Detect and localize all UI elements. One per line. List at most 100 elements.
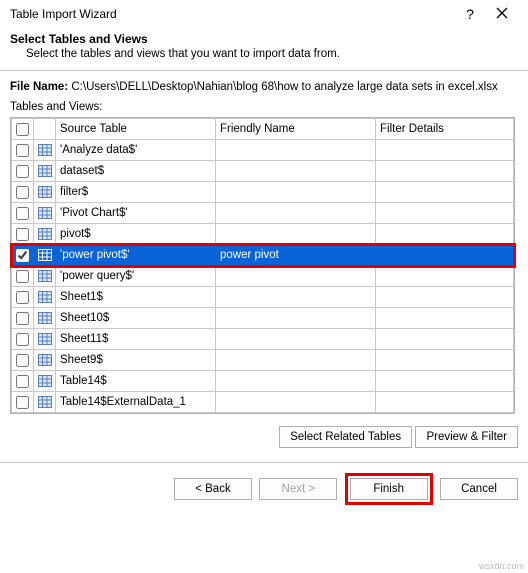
- header-checkbox-cell[interactable]: [12, 119, 34, 140]
- table-row[interactable]: filter$: [12, 182, 514, 203]
- row-source[interactable]: 'Pivot Chart$': [56, 203, 216, 224]
- row-source[interactable]: 'power query$': [56, 266, 216, 287]
- row-checkbox-cell[interactable]: [12, 161, 34, 182]
- row-checkbox-cell[interactable]: [12, 224, 34, 245]
- row-checkbox[interactable]: [16, 228, 29, 241]
- row-filter[interactable]: [376, 203, 514, 224]
- close-button[interactable]: [486, 6, 518, 22]
- table-icon: [38, 333, 52, 345]
- row-checkbox-cell[interactable]: [12, 287, 34, 308]
- row-checkbox[interactable]: [16, 396, 29, 409]
- table-row[interactable]: Sheet1$: [12, 287, 514, 308]
- row-filter[interactable]: [376, 140, 514, 161]
- row-checkbox[interactable]: [16, 249, 29, 262]
- row-icon-cell: [34, 182, 56, 203]
- row-source[interactable]: 'power pivot$': [56, 245, 216, 266]
- row-source[interactable]: pivot$: [56, 224, 216, 245]
- table-icon: [38, 375, 52, 387]
- row-filter[interactable]: [376, 329, 514, 350]
- row-checkbox-cell[interactable]: [12, 140, 34, 161]
- row-friendly[interactable]: power pivot: [216, 245, 376, 266]
- row-friendly[interactable]: [216, 224, 376, 245]
- row-filter[interactable]: [376, 350, 514, 371]
- row-checkbox[interactable]: [16, 144, 29, 157]
- header-filter[interactable]: Filter Details: [376, 119, 514, 140]
- preview-filter-button[interactable]: Preview & Filter: [415, 426, 518, 448]
- row-friendly[interactable]: [216, 161, 376, 182]
- row-filter[interactable]: [376, 287, 514, 308]
- row-source[interactable]: Table14$: [56, 371, 216, 392]
- row-icon-cell: [34, 308, 56, 329]
- table-row[interactable]: 'Analyze data$': [12, 140, 514, 161]
- back-button[interactable]: < Back: [174, 478, 252, 500]
- row-friendly[interactable]: [216, 350, 376, 371]
- table-row[interactable]: 'power pivot$'power pivot: [12, 245, 514, 266]
- row-checkbox[interactable]: [16, 207, 29, 220]
- table-row[interactable]: Sheet11$: [12, 329, 514, 350]
- row-checkbox[interactable]: [16, 312, 29, 325]
- row-checkbox[interactable]: [16, 375, 29, 388]
- row-checkbox[interactable]: [16, 291, 29, 304]
- row-friendly[interactable]: [216, 266, 376, 287]
- row-checkbox-cell[interactable]: [12, 350, 34, 371]
- row-filter[interactable]: [376, 308, 514, 329]
- tables-grid[interactable]: Source Table Friendly Name Filter Detail…: [10, 117, 515, 414]
- select-related-button[interactable]: Select Related Tables: [279, 426, 412, 448]
- row-checkbox-cell[interactable]: [12, 266, 34, 287]
- row-source[interactable]: Sheet1$: [56, 287, 216, 308]
- row-checkbox[interactable]: [16, 165, 29, 178]
- row-source[interactable]: Sheet11$: [56, 329, 216, 350]
- row-friendly[interactable]: [216, 287, 376, 308]
- row-checkbox[interactable]: [16, 333, 29, 346]
- row-source[interactable]: dataset$: [56, 161, 216, 182]
- row-filter[interactable]: [376, 224, 514, 245]
- header-source[interactable]: Source Table: [56, 119, 216, 140]
- titlebar: Table Import Wizard ?: [0, 0, 528, 26]
- table-row[interactable]: pivot$: [12, 224, 514, 245]
- row-icon-cell: [34, 266, 56, 287]
- page-subheading: Select the tables and views that you wan…: [10, 46, 518, 60]
- row-checkbox-cell[interactable]: [12, 245, 34, 266]
- row-checkbox-cell[interactable]: [12, 329, 34, 350]
- row-checkbox-cell[interactable]: [12, 371, 34, 392]
- row-friendly[interactable]: [216, 329, 376, 350]
- row-filter[interactable]: [376, 245, 514, 266]
- row-filter[interactable]: [376, 392, 514, 413]
- row-friendly[interactable]: [216, 203, 376, 224]
- row-filter[interactable]: [376, 371, 514, 392]
- row-filter[interactable]: [376, 161, 514, 182]
- cancel-button[interactable]: Cancel: [440, 478, 518, 500]
- row-icon-cell: [34, 392, 56, 413]
- row-source[interactable]: 'Analyze data$': [56, 140, 216, 161]
- row-checkbox-cell[interactable]: [12, 182, 34, 203]
- table-row[interactable]: Sheet9$: [12, 350, 514, 371]
- row-checkbox[interactable]: [16, 354, 29, 367]
- row-friendly[interactable]: [216, 182, 376, 203]
- row-source[interactable]: Table14$ExternalData_1: [56, 392, 216, 413]
- row-friendly[interactable]: [216, 392, 376, 413]
- header-friendly[interactable]: Friendly Name: [216, 119, 376, 140]
- table-row[interactable]: dataset$: [12, 161, 514, 182]
- row-friendly[interactable]: [216, 308, 376, 329]
- finish-button[interactable]: Finish: [350, 478, 428, 500]
- table-row[interactable]: 'power query$': [12, 266, 514, 287]
- row-friendly[interactable]: [216, 371, 376, 392]
- row-source[interactable]: filter$: [56, 182, 216, 203]
- row-checkbox-cell[interactable]: [12, 392, 34, 413]
- table-row[interactable]: 'Pivot Chart$': [12, 203, 514, 224]
- row-source[interactable]: Sheet10$: [56, 308, 216, 329]
- row-checkbox[interactable]: [16, 186, 29, 199]
- row-friendly[interactable]: [216, 140, 376, 161]
- row-checkbox[interactable]: [16, 270, 29, 283]
- help-button[interactable]: ?: [454, 6, 486, 22]
- row-filter[interactable]: [376, 266, 514, 287]
- row-source[interactable]: Sheet9$: [56, 350, 216, 371]
- row-filter[interactable]: [376, 182, 514, 203]
- table-row[interactable]: Sheet10$: [12, 308, 514, 329]
- select-all-checkbox[interactable]: [16, 123, 29, 136]
- table-row[interactable]: Table14$: [12, 371, 514, 392]
- table-row[interactable]: Table14$ExternalData_1: [12, 392, 514, 413]
- row-checkbox-cell[interactable]: [12, 203, 34, 224]
- next-button: Next >: [259, 478, 337, 500]
- row-checkbox-cell[interactable]: [12, 308, 34, 329]
